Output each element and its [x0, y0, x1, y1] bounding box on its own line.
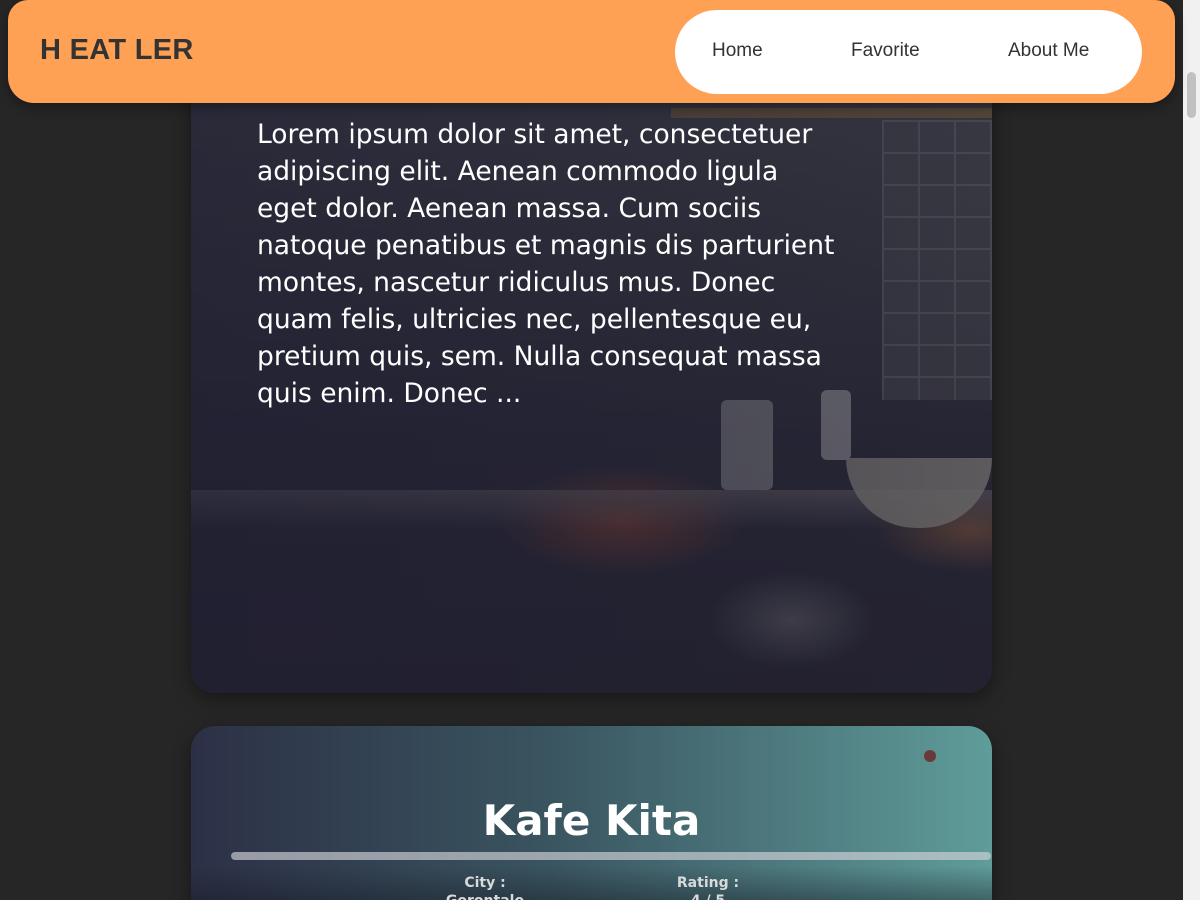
- restaurant-card[interactable]: Lorem ipsum dolor sit amet, consectetuer…: [191, 60, 992, 693]
- restaurant-card[interactable]: Kafe Kita City : Gorontalo Rating : 4 / …: [191, 726, 992, 900]
- app-header: H EAT LER Home Favorite About Me: [8, 0, 1175, 103]
- rating-value: 4 / 5: [608, 892, 808, 900]
- vertical-scrollbar[interactable]: [1183, 0, 1200, 900]
- city-label: City :: [464, 875, 506, 891]
- photo-rail: [231, 852, 991, 860]
- nav-home-link[interactable]: Home: [712, 40, 763, 62]
- nav-favorite-link[interactable]: Favorite: [851, 40, 920, 62]
- nav-about-me-link[interactable]: About Me: [1008, 40, 1089, 62]
- city-value: Gorontalo: [385, 892, 585, 900]
- photo-wall-socket: [924, 750, 936, 762]
- photo-shade: [191, 866, 992, 900]
- rating-label: Rating :: [676, 875, 740, 891]
- page: Lorem ipsum dolor sit amet, consectetuer…: [0, 0, 1200, 900]
- restaurant-name: Kafe Kita: [482, 796, 701, 845]
- scrollbar-thumb[interactable]: [1187, 72, 1196, 118]
- restaurant-description: Lorem ipsum dolor sit amet, consectetuer…: [257, 119, 835, 409]
- restaurant-city: City : Gorontalo: [385, 874, 585, 900]
- restaurant-rating: Rating : 4 / 5: [608, 874, 808, 900]
- main-nav: Home Favorite About Me: [675, 10, 1142, 94]
- brand-logo[interactable]: H EAT LER: [40, 34, 194, 67]
